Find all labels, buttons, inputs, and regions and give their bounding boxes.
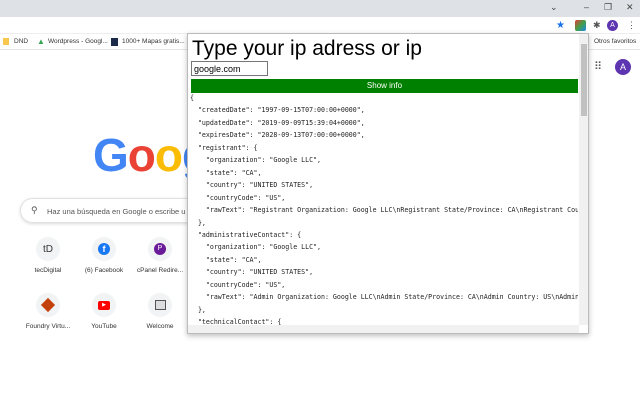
bookmark-mapas[interactable]: 1000+ Mapas gratis... bbox=[122, 38, 185, 45]
youtube-icon: ▶ bbox=[92, 293, 116, 317]
extension-popup: Type your ip adress or ip Show info { "c… bbox=[187, 33, 589, 334]
menu-icon[interactable]: ⋮ bbox=[627, 20, 636, 31]
toolbar: ★ ✱ A ⋮ bbox=[0, 17, 640, 34]
welcome-icon bbox=[148, 293, 172, 317]
maps-icon bbox=[111, 38, 118, 46]
foundry-icon bbox=[36, 293, 60, 317]
show-info-button[interactable]: Show info bbox=[191, 79, 578, 93]
profile-avatar[interactable]: A bbox=[607, 20, 618, 31]
shortcut-label: (6) Facebook bbox=[84, 267, 124, 274]
shortcut-label: Foundry Virtu... bbox=[25, 323, 71, 330]
facebook-icon: f bbox=[92, 237, 116, 261]
bookmark-wordpress[interactable]: Wordpress - Googl... bbox=[48, 38, 108, 45]
cpanel-icon: P bbox=[148, 237, 172, 261]
shortcut-label: YouTube bbox=[91, 323, 117, 330]
search-placeholder: Haz una búsqueda en Google o escribe u bbox=[47, 207, 186, 216]
shortcut-facebook[interactable]: f (6) Facebook bbox=[74, 237, 134, 274]
horizontal-scrollbar[interactable] bbox=[188, 325, 579, 333]
whois-json-output: { "createdDate": "1997-09-15T07:00:00+00… bbox=[190, 94, 578, 325]
tecdigital-icon: tD bbox=[36, 237, 60, 261]
folder-icon bbox=[3, 38, 9, 45]
ip-input[interactable] bbox=[191, 61, 268, 76]
shortcut-welcome[interactable]: Welcome bbox=[130, 293, 190, 330]
shortcut-cpanel[interactable]: PcPanel Redire... bbox=[130, 237, 190, 274]
shortcut-tecdigital[interactable]: tD tecDigital bbox=[18, 237, 78, 274]
close-button[interactable]: ✕ bbox=[626, 2, 634, 13]
minimize-button[interactable]: – bbox=[584, 2, 589, 12]
tab-search-icon[interactable]: ⌄ bbox=[550, 2, 558, 13]
shortcut-label: tecDigital bbox=[34, 267, 62, 274]
other-bookmarks[interactable]: Otros favoritos bbox=[594, 38, 636, 45]
shortcut-foundry[interactable]: Foundry Virtu... bbox=[18, 293, 78, 330]
tab-strip: ⌄ – ❐ ✕ bbox=[0, 0, 640, 17]
extension-icon[interactable] bbox=[575, 20, 586, 31]
bookmark-dnd[interactable]: DND bbox=[14, 38, 28, 45]
shortcut-youtube[interactable]: ▶ YouTube bbox=[74, 293, 134, 330]
scrollbar-thumb[interactable] bbox=[581, 44, 587, 116]
extensions-puzzle-icon[interactable]: ✱ bbox=[593, 20, 601, 31]
shortcut-label: cPanel Redire... bbox=[136, 267, 184, 274]
drive-icon: ▲ bbox=[37, 37, 45, 46]
restore-button[interactable]: ❐ bbox=[604, 2, 612, 13]
shortcut-label: Welcome bbox=[146, 323, 174, 330]
popup-title: Type your ip adress or ip bbox=[192, 37, 422, 60]
search-icon: ⚲ bbox=[31, 205, 38, 215]
apps-grid-icon[interactable]: ⠿ bbox=[594, 60, 602, 73]
vertical-scrollbar[interactable] bbox=[579, 34, 588, 325]
account-avatar[interactable]: A bbox=[615, 59, 631, 75]
bookmark-star-icon[interactable]: ★ bbox=[556, 20, 565, 31]
